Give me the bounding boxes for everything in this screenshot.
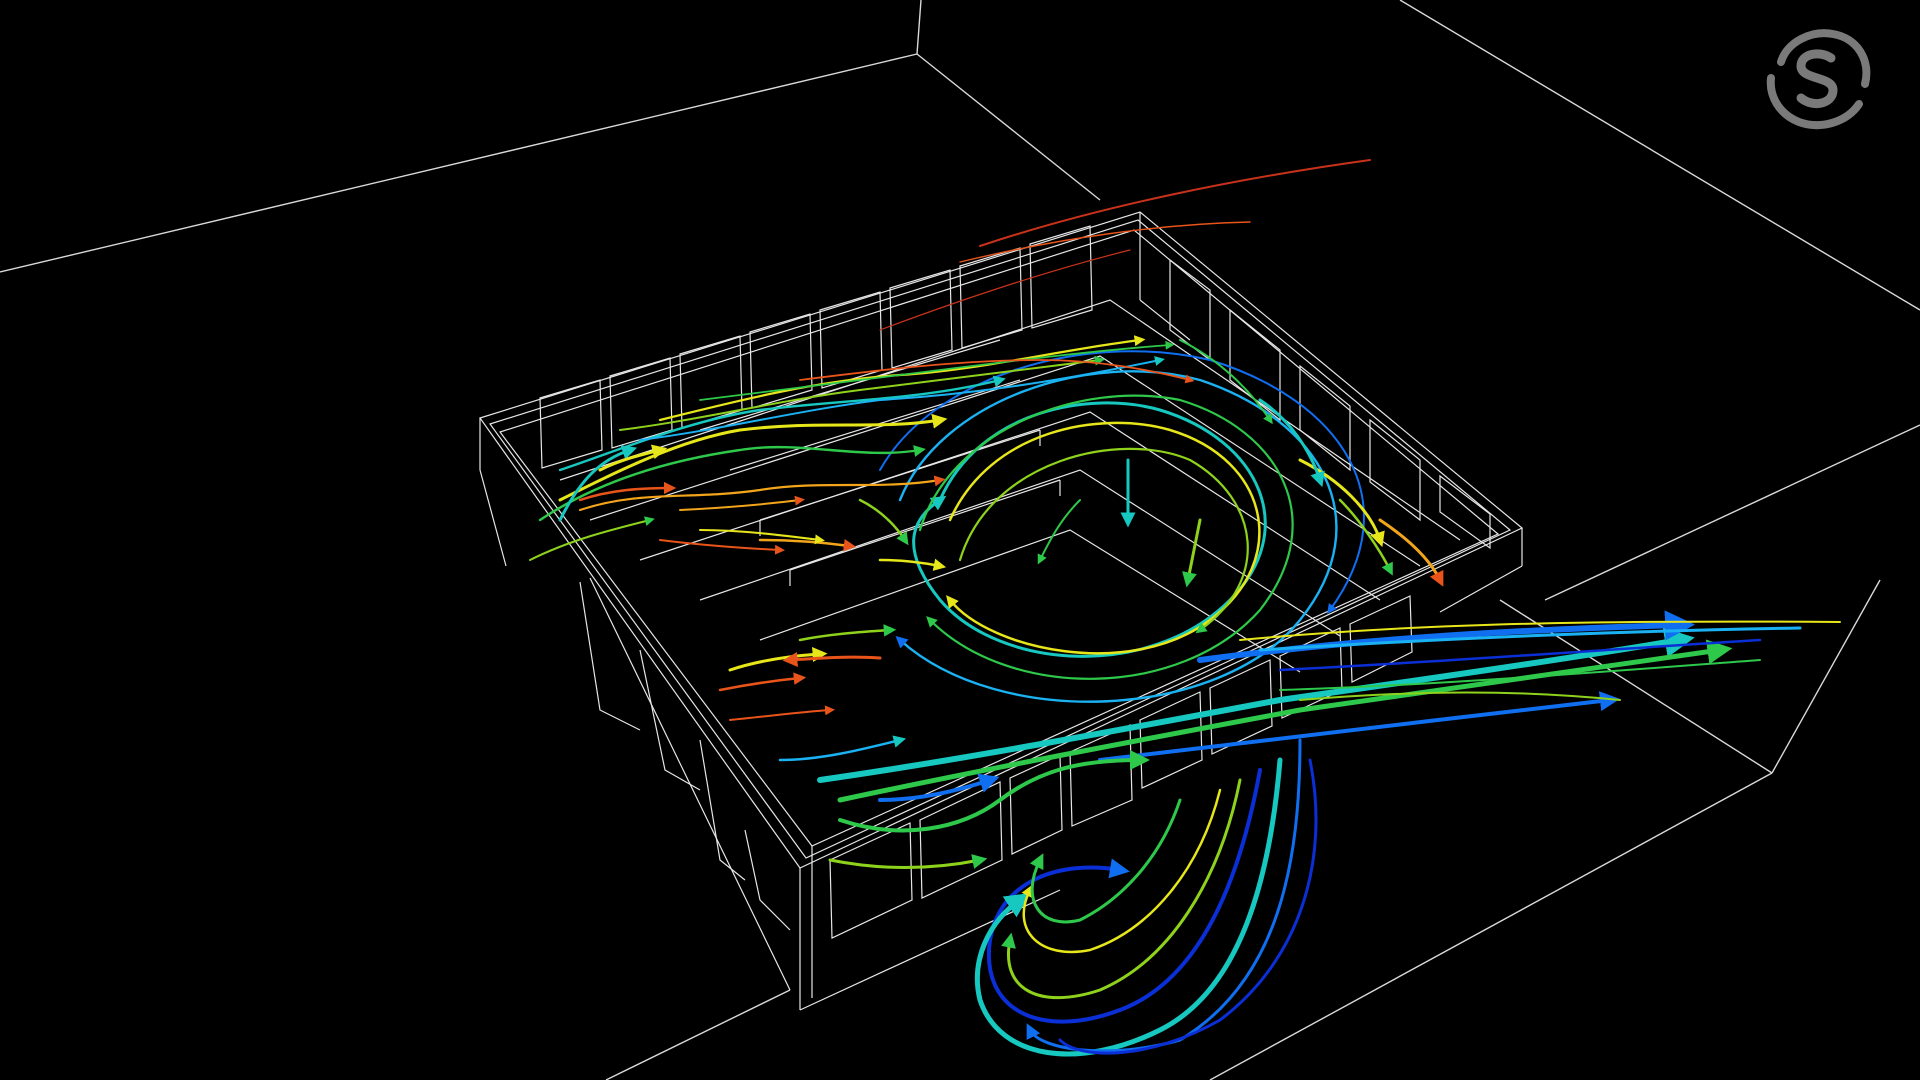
- building-wireframe: [479, 211, 1524, 1011]
- cfd-scene: [0, 0, 1920, 1080]
- swirl-s-logo-icon: [1766, 29, 1871, 130]
- cfd-viewport[interactable]: [0, 0, 1920, 1080]
- streamlines: [529, 159, 1841, 1057]
- domain-box: [0, 0, 1920, 1080]
